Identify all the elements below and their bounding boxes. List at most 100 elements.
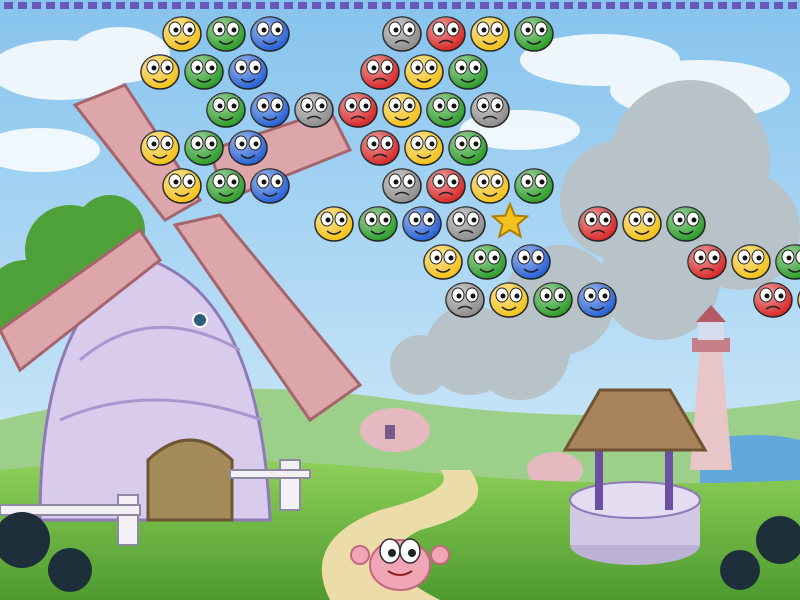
- blob-yellow: [489, 282, 529, 318]
- blob-yellow: [470, 168, 510, 204]
- blob-yellow: [140, 54, 180, 90]
- border-segment: [452, 2, 461, 9]
- blob-green: [206, 168, 246, 204]
- border-segment: [522, 2, 531, 9]
- border-segment: [172, 2, 181, 9]
- blob-gray: [294, 92, 334, 128]
- border-segment: [130, 2, 139, 9]
- border-segment: [144, 2, 153, 9]
- blob-gray: [445, 282, 485, 318]
- top-border: [4, 2, 797, 9]
- game-board[interactable]: [0, 0, 800, 600]
- border-segment: [4, 2, 13, 9]
- border-segment: [214, 2, 223, 9]
- blob-gray: [382, 168, 422, 204]
- border-segment: [270, 2, 279, 9]
- blob-green: [184, 54, 224, 90]
- blob-blue: [250, 168, 290, 204]
- border-segment: [410, 2, 419, 9]
- border-segment: [284, 2, 293, 9]
- border-segment: [494, 2, 503, 9]
- border-segment: [466, 2, 475, 9]
- border-segment: [606, 2, 615, 9]
- border-segment: [732, 2, 741, 9]
- border-segment: [242, 2, 251, 9]
- blob-yellow: [622, 206, 662, 242]
- blob-green: [533, 282, 573, 318]
- border-segment: [46, 2, 55, 9]
- blob-red: [360, 130, 400, 166]
- blob-blue: [228, 54, 268, 90]
- border-segment: [662, 2, 671, 9]
- border-segment: [200, 2, 209, 9]
- blob-yellow: [404, 130, 444, 166]
- border-segment: [382, 2, 391, 9]
- border-segment: [158, 2, 167, 9]
- border-segment: [480, 2, 489, 9]
- blob-red: [426, 16, 466, 52]
- blob-green: [666, 206, 706, 242]
- border-segment: [438, 2, 447, 9]
- blob-green: [467, 244, 507, 280]
- blob-green: [206, 92, 246, 128]
- border-segment: [718, 2, 727, 9]
- blob-red: [578, 206, 618, 242]
- border-segment: [676, 2, 685, 9]
- border-segment: [88, 2, 97, 9]
- blob-blue: [511, 244, 551, 280]
- border-segment: [648, 2, 657, 9]
- border-segment: [760, 2, 769, 9]
- border-segment: [704, 2, 713, 9]
- border-segment: [340, 2, 349, 9]
- blob-yellow: [470, 16, 510, 52]
- blob-gray: [446, 206, 486, 242]
- border-segment: [354, 2, 363, 9]
- blob-green: [448, 130, 488, 166]
- border-segment: [578, 2, 587, 9]
- blob-yellow: [162, 16, 202, 52]
- border-segment: [368, 2, 377, 9]
- blob-red: [360, 54, 400, 90]
- blob-yellow: [382, 92, 422, 128]
- blob-blue: [250, 16, 290, 52]
- border-segment: [60, 2, 69, 9]
- blob-green: [184, 130, 224, 166]
- border-segment: [32, 2, 41, 9]
- blob-green: [206, 16, 246, 52]
- border-segment: [550, 2, 559, 9]
- blob-blue: [577, 282, 617, 318]
- border-segment: [18, 2, 27, 9]
- blob-green: [358, 206, 398, 242]
- border-segment: [74, 2, 83, 9]
- border-segment: [508, 2, 517, 9]
- blob-gray: [382, 16, 422, 52]
- border-segment: [788, 2, 797, 9]
- border-segment: [564, 2, 573, 9]
- border-segment: [116, 2, 125, 9]
- blob-blue: [228, 130, 268, 166]
- border-segment: [592, 2, 601, 9]
- border-segment: [228, 2, 237, 9]
- blob-yellow: [162, 168, 202, 204]
- border-segment: [298, 2, 307, 9]
- blob-red: [426, 168, 466, 204]
- blob-green: [448, 54, 488, 90]
- border-segment: [312, 2, 321, 9]
- blob-green: [514, 16, 554, 52]
- blob-yellow: [314, 206, 354, 242]
- blob-blue: [250, 92, 290, 128]
- border-segment: [102, 2, 111, 9]
- border-segment: [746, 2, 755, 9]
- blob-yellow: [404, 54, 444, 90]
- border-segment: [396, 2, 405, 9]
- border-segment: [690, 2, 699, 9]
- blob-yellow: [140, 130, 180, 166]
- blob-yellow: [423, 244, 463, 280]
- blob-green: [426, 92, 466, 128]
- blob-blue: [402, 206, 442, 242]
- blob-yellow: [731, 244, 771, 280]
- border-segment: [774, 2, 783, 9]
- blob-red: [687, 244, 727, 280]
- border-segment: [256, 2, 265, 9]
- border-segment: [424, 2, 433, 9]
